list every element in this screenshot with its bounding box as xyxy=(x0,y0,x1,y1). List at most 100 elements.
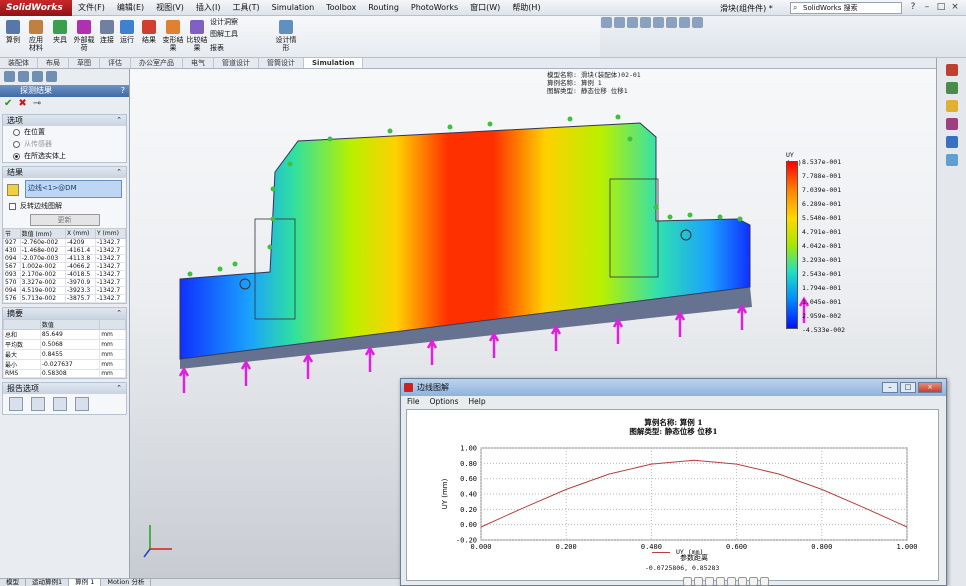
collapse-icon[interactable]: ⌃ xyxy=(116,308,122,319)
menu-photoworks[interactable]: PhotoWorks xyxy=(405,3,464,12)
options-icon[interactable] xyxy=(692,17,703,28)
file-explorer-icon[interactable] xyxy=(945,100,958,112)
model-body[interactable] xyxy=(179,122,752,369)
results-button[interactable]: 结果 xyxy=(140,20,158,44)
table-row[interactable]: 576 5.713e-002 -3875.7 -1342.7 xyxy=(3,294,127,303)
menu-file[interactable]: File xyxy=(407,396,420,408)
tab-layout[interactable]: 布局 xyxy=(38,58,69,68)
design-library-icon[interactable] xyxy=(945,82,958,94)
deformed-result-button[interactable]: 变形结果 xyxy=(162,20,184,52)
save-icon[interactable] xyxy=(627,17,638,28)
minimize-button[interactable]: – xyxy=(920,1,934,14)
tab-tubing[interactable]: 管筒设计 xyxy=(259,58,304,68)
menu-edit[interactable]: 编辑(E) xyxy=(111,2,150,13)
tab-evaluate[interactable]: 评估 xyxy=(100,58,131,68)
tab-model[interactable]: 模型 xyxy=(0,579,26,586)
option-from-sensor[interactable]: 从传感器 xyxy=(3,138,126,150)
design-insight-button[interactable]: 设计洞察 xyxy=(210,18,270,26)
option-at-location[interactable]: 在位置 xyxy=(3,126,126,138)
view-palette-icon[interactable] xyxy=(945,118,958,130)
menu-window[interactable]: 窗口(W) xyxy=(464,2,506,13)
table-row[interactable]: 430 -1.468e-002 -4161.4 -1342.7 xyxy=(3,246,127,255)
pushpin-icon[interactable]: ⊸ xyxy=(33,99,41,109)
menu-routing[interactable]: Routing xyxy=(362,3,405,12)
menu-insert[interactable]: 插入(I) xyxy=(190,2,227,13)
option-on-selected-entities[interactable]: 在所选实体上 xyxy=(3,150,126,162)
table-row[interactable]: 567 1.002e-002 -4066.2 -1342.7 xyxy=(3,262,127,271)
ime-icon[interactable] xyxy=(749,577,758,586)
compare-results-button[interactable]: 比较结果 xyxy=(186,20,208,52)
menu-help[interactable]: 帮助(H) xyxy=(506,2,546,13)
graph-icon[interactable] xyxy=(75,397,89,411)
reverse-edge-checkbox[interactable]: 反转边线图解 xyxy=(3,200,126,212)
table-row[interactable]: 570 3.327e-002 -3970.9 -1342.7 xyxy=(3,278,127,287)
menu-help[interactable]: Help xyxy=(469,396,486,408)
table-row[interactable]: 094 4.519e-002 -3923.3 -1342.7 xyxy=(3,286,127,295)
rebuild-icon[interactable] xyxy=(679,17,690,28)
study-button[interactable]: 算例 xyxy=(4,20,22,44)
tab-study-1[interactable]: 算例 1 xyxy=(69,579,102,586)
tab-piping[interactable]: 管道设计 xyxy=(214,58,259,68)
ime-icon[interactable] xyxy=(727,577,736,586)
ime-icon[interactable] xyxy=(738,577,747,586)
save-report-icon[interactable] xyxy=(31,397,45,411)
collapse-icon[interactable]: ⌃ xyxy=(116,167,122,178)
property-manager-icon[interactable] xyxy=(18,71,29,82)
design-scenario-button[interactable]: 设计情形 xyxy=(274,20,298,52)
open-icon[interactable] xyxy=(614,17,625,28)
resources-icon[interactable] xyxy=(945,64,958,76)
menu-toolbox[interactable]: Toolbox xyxy=(320,3,362,12)
appearances-icon[interactable] xyxy=(945,136,958,148)
menu-simulation[interactable]: Simulation xyxy=(266,3,321,12)
custom-properties-icon[interactable] xyxy=(945,154,958,166)
ime-icon[interactable] xyxy=(683,577,692,586)
tab-motion-study[interactable]: 运动算例1 xyxy=(26,579,70,586)
pm-help-button[interactable]: ? xyxy=(121,85,125,97)
fixtures-button[interactable]: 夹具 xyxy=(50,20,70,44)
update-button[interactable]: 更新 xyxy=(29,214,100,226)
ime-icon[interactable] xyxy=(694,577,703,586)
close-button[interactable]: × xyxy=(948,1,962,14)
ime-icon[interactable] xyxy=(760,577,769,586)
new-icon[interactable] xyxy=(601,17,612,28)
menu-view[interactable]: 视图(V) xyxy=(150,2,190,13)
dialog-maximize-button[interactable]: □ xyxy=(900,382,916,393)
help-button[interactable]: ? xyxy=(906,1,920,14)
apply-material-button[interactable]: 应用材料 xyxy=(26,20,46,52)
plot-icon[interactable] xyxy=(53,397,67,411)
external-loads-button[interactable]: 外部载荷 xyxy=(72,20,96,52)
tab-motion-analysis[interactable]: Motion 分析 xyxy=(101,579,152,586)
ime-icon[interactable] xyxy=(716,577,725,586)
dialog-close-button[interactable]: × xyxy=(918,382,942,393)
search-input[interactable]: ⌕ SolidWorks 搜索 xyxy=(790,2,902,14)
tab-office[interactable]: 办公室产品 xyxy=(131,58,183,68)
collapse-icon[interactable]: ⌃ xyxy=(116,115,122,126)
table-row[interactable]: 093 2.170e-002 -4018.5 -1342.7 xyxy=(3,270,127,279)
collapse-icon[interactable]: ⌃ xyxy=(116,383,122,394)
selection-list[interactable]: 边线<1>@DM xyxy=(25,180,122,198)
save-data-icon[interactable] xyxy=(9,397,23,411)
select-icon[interactable] xyxy=(666,17,677,28)
cancel-icon[interactable]: ✖ xyxy=(18,99,26,109)
print-icon[interactable] xyxy=(640,17,651,28)
report-button[interactable]: 报表 xyxy=(210,44,270,52)
feature-tree-icon[interactable] xyxy=(4,71,15,82)
plot-tools-button[interactable]: 图解工具 xyxy=(210,30,270,38)
undo-icon[interactable] xyxy=(653,17,664,28)
run-button[interactable]: 运行 xyxy=(118,20,136,44)
menu-options[interactable]: Options xyxy=(430,396,459,408)
connections-button[interactable]: 连接 xyxy=(98,20,116,44)
menu-file[interactable]: 文件(F) xyxy=(72,2,111,13)
tab-simulation[interactable]: Simulation xyxy=(304,58,364,68)
maximize-button[interactable]: □ xyxy=(934,1,948,14)
tab-assembly[interactable]: 装配体 xyxy=(0,58,38,68)
display-manager-icon[interactable] xyxy=(46,71,57,82)
table-row[interactable]: 927 -2.760e-002 -4209 -1342.7 xyxy=(3,238,127,247)
ime-icon[interactable] xyxy=(705,577,714,586)
tab-sketch[interactable]: 草图 xyxy=(69,58,100,68)
ok-icon[interactable]: ✔ xyxy=(4,99,12,109)
dialog-titlebar[interactable]: 边线图解 – □ × xyxy=(401,379,946,396)
tab-electrical[interactable]: 电气 xyxy=(183,58,214,68)
dialog-minimize-button[interactable]: – xyxy=(882,382,898,393)
menu-tools[interactable]: 工具(T) xyxy=(226,2,265,13)
